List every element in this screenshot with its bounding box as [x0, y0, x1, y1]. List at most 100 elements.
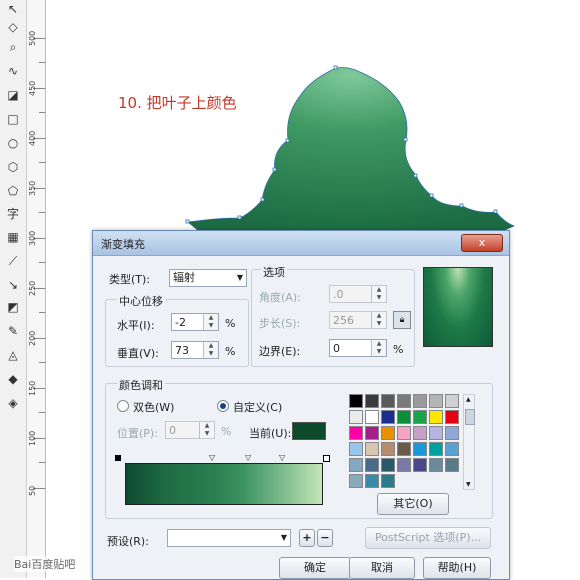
custom-radio[interactable]	[217, 400, 229, 412]
leaf-shape[interactable]	[187, 67, 516, 233]
palette-swatch[interactable]	[365, 410, 379, 424]
pick-icon[interactable]: ↖	[4, 0, 22, 18]
ruler-label: 150	[28, 380, 37, 396]
palette-swatch[interactable]	[381, 410, 395, 424]
palette-swatch[interactable]	[349, 458, 363, 472]
palette-swatch[interactable]	[349, 410, 363, 424]
cancel-button[interactable]: 取消	[349, 557, 415, 579]
percent-label: %	[221, 425, 232, 438]
palette-swatch[interactable]	[381, 394, 395, 408]
chevron-down-icon[interactable]: ▼	[466, 481, 471, 488]
ruler-label: 350	[28, 180, 37, 196]
palette-swatch[interactable]	[445, 442, 459, 456]
smart-fill-icon[interactable]: ◪	[4, 86, 22, 104]
ellipse-icon[interactable]: ○	[4, 134, 22, 152]
palette-swatch[interactable]	[349, 394, 363, 408]
gradient-end-marker[interactable]	[323, 455, 330, 462]
palette-swatch[interactable]	[429, 442, 443, 456]
other-button[interactable]: 其它(O)	[377, 493, 449, 515]
connector-icon[interactable]: ↘	[4, 276, 22, 294]
palette-swatch[interactable]	[445, 394, 459, 408]
text-icon[interactable]: 字	[4, 204, 22, 222]
palette-swatch[interactable]	[429, 410, 443, 424]
palette-swatch[interactable]	[365, 474, 379, 488]
gradient-bar[interactable]	[125, 463, 323, 505]
palette-swatch[interactable]	[381, 426, 395, 440]
palette-swatch[interactable]	[365, 442, 379, 456]
close-button[interactable]: x	[461, 234, 503, 252]
palette-swatch[interactable]	[413, 458, 427, 472]
color-stop-marker[interactable]: ▽	[279, 453, 285, 462]
custom-label: 自定义(C)	[233, 401, 283, 414]
palette-swatch[interactable]	[445, 426, 459, 440]
palette-swatch[interactable]	[381, 474, 395, 488]
blend-icon[interactable]: ◩	[4, 298, 22, 316]
palette-swatch[interactable]	[381, 458, 395, 472]
dimension-icon[interactable]: ⟋	[4, 252, 22, 270]
palette-swatch[interactable]	[429, 458, 443, 472]
palette-swatch[interactable]	[397, 410, 411, 424]
spinner-icon[interactable]: ▲ ▼	[203, 342, 218, 358]
palette-swatch[interactable]	[397, 458, 411, 472]
interactive-fill-icon[interactable]: ◈	[4, 394, 22, 412]
ok-button[interactable]: 确定	[279, 557, 351, 579]
help-button[interactable]: 帮助(H)	[423, 557, 491, 579]
gradient-start-marker[interactable]	[115, 455, 121, 461]
palette-swatch[interactable]	[397, 394, 411, 408]
color-stop-marker[interactable]: ▽	[245, 453, 251, 462]
eyedropper-icon[interactable]: ✎	[4, 322, 22, 340]
palette-swatch[interactable]	[349, 426, 363, 440]
rectangle-icon[interactable]: □	[4, 110, 22, 128]
palette-swatch[interactable]	[349, 442, 363, 456]
zoom-icon[interactable]: ⌕	[4, 38, 22, 56]
add-preset-button[interactable]: +	[299, 529, 315, 547]
two-color-radio[interactable]	[117, 400, 129, 412]
color-stop-marker[interactable]: ▽	[209, 453, 215, 462]
color-palette[interactable]	[349, 394, 461, 490]
preset-label: 预设(R):	[107, 535, 149, 548]
fill-icon[interactable]: ◆	[4, 370, 22, 388]
palette-swatch[interactable]	[381, 442, 395, 456]
palette-scrollbar[interactable]: ▲ ▼	[463, 394, 475, 490]
palette-swatch[interactable]	[413, 442, 427, 456]
palette-swatch[interactable]	[429, 394, 443, 408]
palette-swatch[interactable]	[349, 474, 363, 488]
palette-swatch[interactable]	[413, 426, 427, 440]
spinner-icon[interactable]: ▲ ▼	[203, 314, 218, 330]
center-offset-label: 中心位移	[117, 293, 165, 309]
palette-swatch[interactable]	[413, 410, 427, 424]
color-blend-label: 颜色调和	[117, 377, 165, 393]
outline-icon[interactable]: ◬	[4, 346, 22, 364]
vertical-ruler[interactable]: 500 450 400 350 300 250 200 150 100 50	[27, 0, 46, 578]
table-icon[interactable]: ▦	[4, 228, 22, 246]
percent-label: %	[393, 343, 404, 356]
edge-pad-input[interactable]: 0 ▲ ▼	[329, 339, 387, 357]
lock-icon[interactable]: 🔒︎	[393, 311, 411, 329]
palette-swatch[interactable]	[365, 426, 379, 440]
palette-swatch[interactable]	[365, 458, 379, 472]
palette-swatch[interactable]	[397, 426, 411, 440]
dialog-titlebar[interactable]: 渐变填充 x	[93, 231, 509, 256]
vertical-offset-input[interactable]: 73 ▲ ▼	[171, 341, 219, 359]
preset-select[interactable]: ▼	[167, 529, 291, 547]
remove-preset-button[interactable]: −	[317, 529, 333, 547]
polygon-icon[interactable]: ⬡	[4, 158, 22, 176]
palette-swatch[interactable]	[429, 426, 443, 440]
palette-swatch[interactable]	[445, 410, 459, 424]
type-select[interactable]: 辐射 ▼	[169, 269, 247, 287]
freehand-icon[interactable]: ∿	[4, 62, 22, 80]
palette-swatch[interactable]	[365, 394, 379, 408]
basic-shapes-icon[interactable]: ⬠	[4, 182, 22, 200]
current-color-swatch[interactable]	[292, 422, 326, 440]
palette-swatch[interactable]	[413, 394, 427, 408]
scrollbar-thumb[interactable]	[465, 409, 475, 425]
type-label: 类型(T):	[109, 273, 151, 286]
palette-swatch[interactable]	[445, 458, 459, 472]
spinner-icon[interactable]: ▲ ▼	[371, 340, 386, 356]
position-input: 0 ▲ ▼	[165, 421, 215, 439]
palette-swatch[interactable]	[397, 442, 411, 456]
chevron-up-icon[interactable]: ▲	[466, 396, 471, 403]
ruler-label: 400	[28, 130, 37, 146]
shape-icon[interactable]: ◇	[4, 18, 22, 36]
horizontal-offset-input[interactable]: -2 ▲ ▼	[171, 313, 219, 331]
